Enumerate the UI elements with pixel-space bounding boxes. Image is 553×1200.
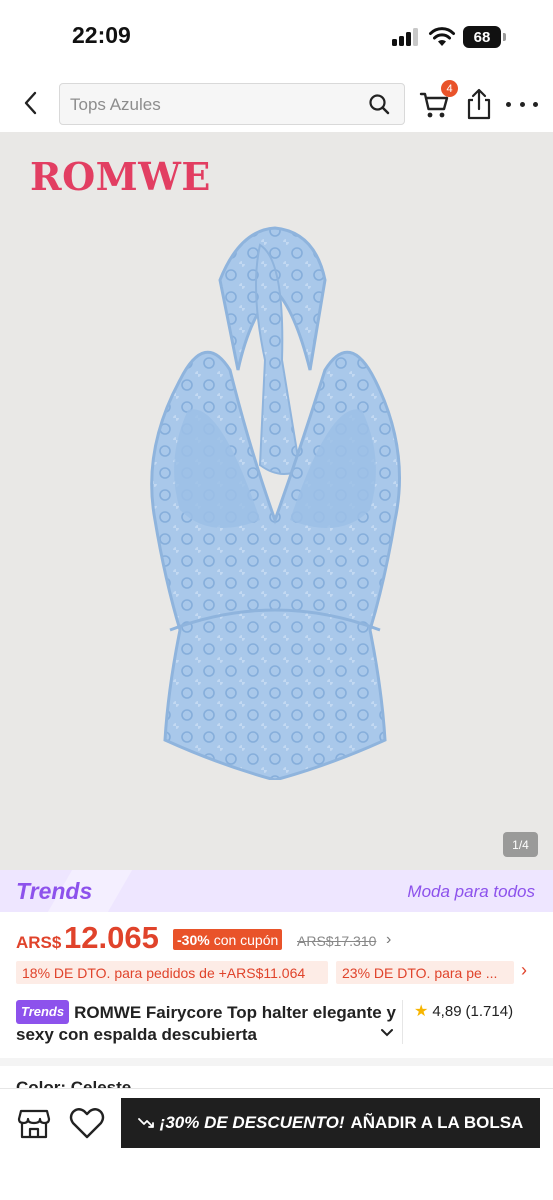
product-image-gallery[interactable]: ROMWE 1/4 [0,132,553,870]
chevron-down-icon[interactable] [380,1026,394,1040]
product-image [150,226,401,780]
original-price: ARS$17.310 [297,933,377,949]
price-currency: ARS$ [16,933,62,952]
cart-count-badge: 4 [441,80,458,97]
trends-chip: Trends [16,1000,70,1024]
promo-tag[interactable]: 18% DE DTO. para pedidos de +ARS$11.064 [16,961,328,984]
share-icon[interactable] [463,87,495,121]
star-icon: ★ [414,1003,429,1020]
rating-value: 4,89 [432,1002,462,1020]
price-amount: 12.065 [64,920,159,955]
add-button-promo: ¡30% DE DESCUENTO! [159,1113,345,1132]
battery-icon: 68 [463,26,501,48]
add-to-bag-button[interactable]: ¡30% DE DESCUENTO! AÑADIR A LA BOLSA [121,1098,540,1148]
search-icon[interactable] [368,93,390,115]
chevron-right-icon: › [386,931,392,948]
promo-tag[interactable]: 23% DE DTO. para pe ... [336,961,514,984]
trends-logo: Trends [16,878,93,904]
price-row[interactable]: ARS$ 12.065 -30% con cupón ARS$17.310 › [16,920,536,956]
promo-chevron-icon[interactable]: › [521,960,527,981]
bottom-action-bar: ¡30% DE DESCUENTO! AÑADIR A LA BOLSA [0,1088,553,1200]
add-button-label: AÑADIR A LA BOLSA [350,1113,524,1132]
more-options-button[interactable] [506,92,538,116]
review-count: (1.714) [465,1002,514,1020]
product-rating[interactable]: ★ 4,89 (1.714) [414,1001,513,1021]
search-input[interactable] [70,91,360,119]
status-bar: 22:09 68 [0,0,553,72]
chevron-left-icon [24,91,37,115]
back-button[interactable] [14,86,48,120]
search-bar[interactable] [59,83,405,125]
product-title-block[interactable]: Trends ROMWE Fairycore Top halter elegant… [16,1000,402,1046]
trends-tagline: Moda para todos [407,882,535,901]
trends-banner[interactable]: Trends Moda para todos [0,870,553,912]
status-time: 22:09 [72,22,131,48]
top-nav: 4 [0,72,553,132]
cellular-signal-icon [392,28,422,46]
coupon-discount-badge: -30% con cupón [173,929,283,950]
store-icon[interactable] [16,1105,52,1141]
brand-logo: ROMWE [30,154,211,199]
heart-icon[interactable] [68,1105,106,1141]
trend-down-icon [137,1118,154,1128]
product-title: Trends ROMWE Fairycore Top halter elegant… [16,1000,402,1046]
image-counter: 1/4 [503,832,538,857]
wifi-icon [429,27,455,46]
